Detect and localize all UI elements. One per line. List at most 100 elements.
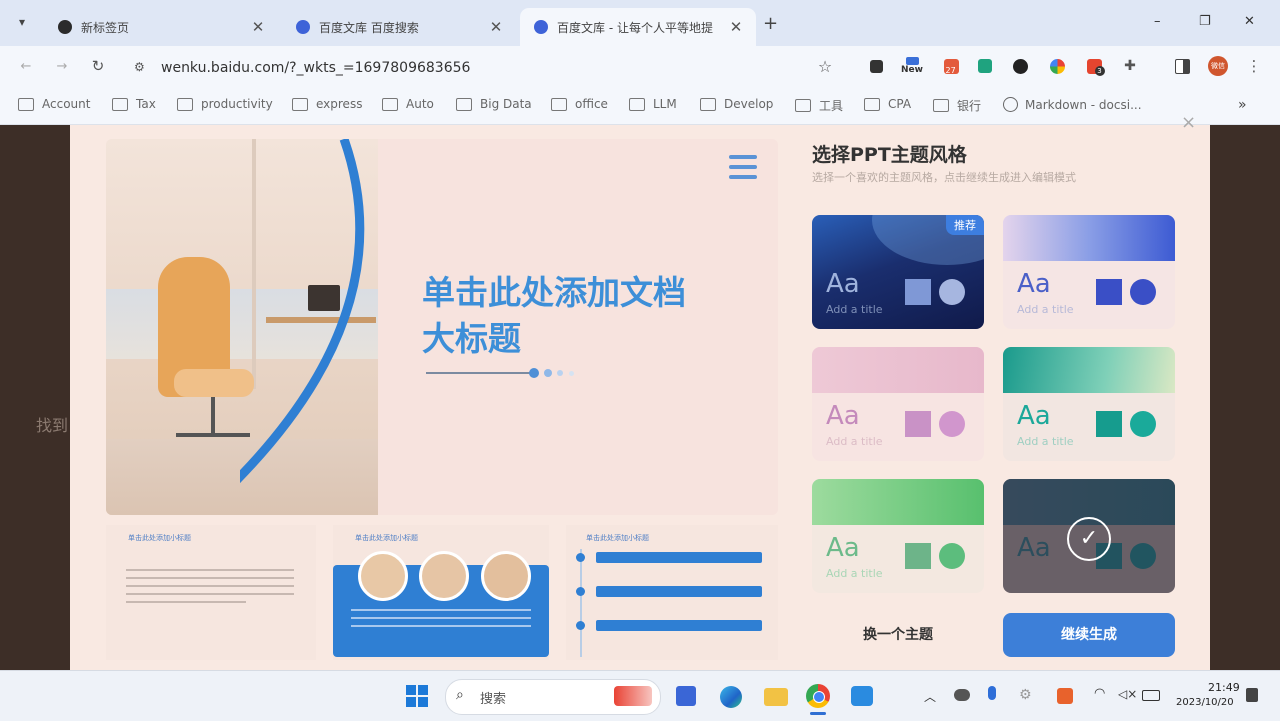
search-highlight-icon <box>614 686 652 706</box>
tab-title: 新标签页 <box>81 20 130 35</box>
chrome-browser-icon[interactable] <box>806 684 830 708</box>
close-window-button[interactable]: ✕ <box>1244 14 1255 29</box>
close-tab-icon[interactable]: ✕ <box>726 18 746 36</box>
restore-button[interactable]: ❐ <box>1199 14 1211 29</box>
bookmark-tools[interactable]: 工具 <box>795 97 843 114</box>
extension-dark-circle-icon[interactable] <box>1010 56 1030 76</box>
slide-thumbnail-2[interactable]: 单击此处添加小标题 <box>333 525 549 660</box>
tab-bar: ▾ 新标签页 ✕ 百度文库 百度搜索 ✕ 百度文库 - 让每个人平等地提 ✕ +… <box>0 0 1280 46</box>
profile-avatar[interactable]: 微信 <box>1208 56 1228 76</box>
tray-sogou-icon[interactable] <box>1057 688 1073 704</box>
windows-start-icon[interactable] <box>406 685 428 707</box>
file-explorer-icon[interactable] <box>764 688 788 706</box>
extension-colorful-circle-icon[interactable] <box>1047 56 1067 76</box>
close-tab-icon[interactable]: ✕ <box>486 18 506 36</box>
theme-card-2[interactable]: Aa Add a title <box>1003 215 1175 329</box>
browser-menu-icon[interactable]: ⋮ <box>1244 56 1264 76</box>
new-tab-button[interactable]: + <box>763 13 778 34</box>
tray-chevron-icon[interactable]: ︿ <box>924 688 936 705</box>
address-bar[interactable]: ⚙ wenku.baidu.com/?_wkts_=1697809683656 <box>124 52 844 84</box>
tab-new-tab[interactable]: 新标签页 ✕ <box>44 8 278 46</box>
title-underline <box>426 372 532 374</box>
tab-list-dropdown-icon[interactable]: ▾ <box>12 15 32 35</box>
extension-green-icon[interactable] <box>975 56 995 76</box>
url-text[interactable]: wenku.baidu.com/?_wkts_=1697809683656 <box>161 60 470 76</box>
theme-square-swatch <box>905 279 931 305</box>
blue-arc-decoration <box>240 139 365 484</box>
slide-title-line2: 大标题 <box>422 319 521 358</box>
theme-square-swatch <box>1096 279 1122 305</box>
extension-red-icon[interactable]: 3 <box>1084 56 1105 76</box>
continue-generate-button[interactable]: 继续生成 <box>1003 613 1175 657</box>
baidu-paw-icon <box>534 20 548 34</box>
new-tab-icon <box>58 20 72 34</box>
side-text: 找到 <box>36 416 69 435</box>
back-icon[interactable]: ← <box>16 56 36 76</box>
theme-circle-swatch <box>939 543 965 569</box>
theme-circle-swatch <box>939 411 965 437</box>
forward-icon[interactable]: → <box>52 56 72 76</box>
theme-card-1[interactable]: 推荐 Aa Add a title <box>812 215 984 329</box>
file-save-app-icon[interactable] <box>676 686 696 706</box>
bookmark-productivity[interactable]: productivity <box>177 97 273 111</box>
edge-browser-icon[interactable] <box>720 686 742 708</box>
bookmark-express[interactable]: express <box>292 97 362 111</box>
site-settings-icon[interactable]: ⚙ <box>134 60 145 74</box>
theme-circle-swatch <box>939 279 965 305</box>
slide-thumbnail-1[interactable]: 单击此处添加小标题 <box>106 525 316 660</box>
tab-baidu-wenku[interactable]: 百度文库 - 让每个人平等地提 ✕ <box>520 8 756 46</box>
new-badge: New <box>901 65 923 75</box>
bookmark-cpa[interactable]: CPA <box>864 97 911 111</box>
extension-calendar-icon[interactable]: 27 <box>941 56 961 76</box>
tray-mic-icon[interactable] <box>988 686 996 700</box>
slide-title-line1: 单击此处添加文档 <box>422 273 686 312</box>
change-theme-button[interactable]: 换一个主题 <box>812 613 984 657</box>
taskbar-search-box[interactable]: ⌕ 搜索 <box>445 679 661 715</box>
panel-title: 选择PPT主题风格 <box>812 144 967 166</box>
bookmark-bank[interactable]: 银行 <box>933 97 981 114</box>
clock-date[interactable]: 2023/10/20 <box>1176 697 1234 708</box>
folder-icon <box>864 97 880 111</box>
bookmark-develop[interactable]: Develop <box>700 97 773 111</box>
theme-square-swatch <box>905 543 931 569</box>
minimize-button[interactable]: – <box>1154 14 1161 29</box>
volume-icon[interactable]: ◁× <box>1118 687 1137 701</box>
notification-icon[interactable] <box>1246 688 1258 702</box>
extensions-puzzle-icon[interactable]: ✚ <box>1120 56 1140 76</box>
bookmark-markdown[interactable]: Markdown - docsi... <box>1003 97 1142 112</box>
theme-card-3[interactable]: Aa Add a title <box>812 347 984 461</box>
folder-icon <box>18 97 34 111</box>
bookmark-big-data[interactable]: Big Data <box>456 97 532 111</box>
reload-icon[interactable]: ↻ <box>88 56 108 76</box>
extension-new-icon[interactable]: New <box>899 56 925 76</box>
folder-icon <box>177 97 193 111</box>
close-dialog-button[interactable]: × <box>1181 112 1196 133</box>
tray-cloud-icon[interactable] <box>954 689 970 701</box>
search-placeholder: 搜索 <box>480 692 507 707</box>
side-panel-icon[interactable] <box>1172 56 1192 76</box>
clock-time[interactable]: 21:49 <box>1208 681 1240 694</box>
theme-square-swatch <box>905 411 931 437</box>
tab-title: 百度文库 - 让每个人平等地提 <box>557 20 713 35</box>
tray-settings-icon[interactable]: ⚙ <box>1019 687 1032 703</box>
bookmarks-overflow-button[interactable]: » <box>1238 97 1247 113</box>
theme-card-5[interactable]: Aa Add a title <box>812 479 984 593</box>
tab-title: 百度文库 百度搜索 <box>319 20 419 35</box>
wifi-icon[interactable]: ◠ <box>1094 686 1105 701</box>
bookmark-star-icon[interactable]: ☆ <box>815 56 835 76</box>
theme-card-4[interactable]: Aa Add a title <box>1003 347 1175 461</box>
folder-icon <box>292 97 308 111</box>
extension-count-badge: 27 <box>945 65 956 75</box>
bookmark-tax[interactable]: Tax <box>112 97 156 111</box>
slide-thumbnail-3[interactable]: 单击此处添加小标题 <box>566 525 778 660</box>
bookmark-office[interactable]: office <box>551 97 608 111</box>
photos-app-icon[interactable] <box>851 686 873 706</box>
theme-card-6-selected[interactable]: Aa ✓ <box>1003 479 1175 593</box>
bookmark-auto[interactable]: Auto <box>382 97 434 111</box>
battery-icon[interactable] <box>1142 690 1160 701</box>
close-tab-icon[interactable]: ✕ <box>248 18 268 36</box>
bookmark-account[interactable]: Account <box>18 97 90 111</box>
bookmark-llm[interactable]: LLM <box>629 97 677 111</box>
tab-baidu-search[interactable]: 百度文库 百度搜索 ✕ <box>282 8 516 46</box>
extension-icon[interactable] <box>866 56 886 76</box>
